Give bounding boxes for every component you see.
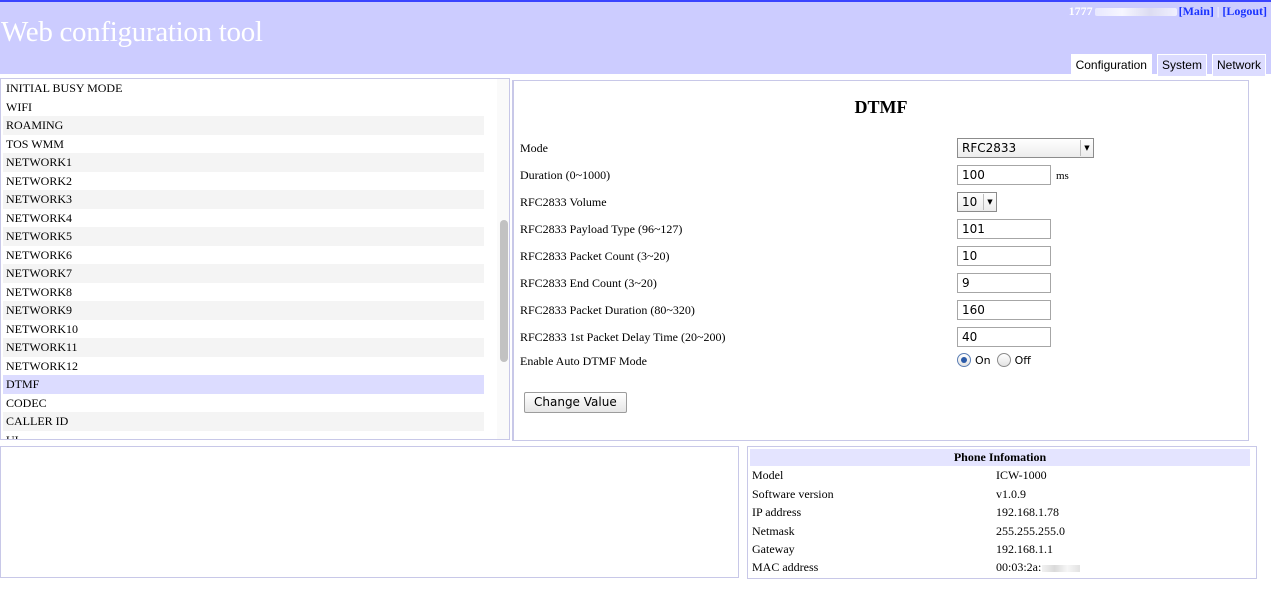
menu-item-caller-id[interactable]: CALLER ID bbox=[3, 412, 484, 431]
menu-item-network11[interactable]: NETWORK11 bbox=[3, 338, 484, 357]
info-row-model: Model ICW-1000 bbox=[752, 468, 1252, 486]
first-delay-input[interactable] bbox=[957, 327, 1051, 347]
menu-item-tos-wmm[interactable]: TOS WMM bbox=[3, 135, 484, 154]
dtmf-config-panel: DTMF Mode RFC2833 ▼ Duration (0~1000) ms… bbox=[512, 80, 1249, 441]
end-count-input[interactable] bbox=[957, 273, 1051, 293]
dropdown-arrow-icon: ▼ bbox=[1080, 140, 1093, 156]
menu-item-network7[interactable]: NETWORK7 bbox=[3, 264, 484, 283]
info-row-ip-address: IP address 192.168.1.78 bbox=[752, 505, 1252, 523]
info-row-netmask: Netmask 255.255.255.0 bbox=[752, 524, 1252, 542]
menu-item-network1[interactable]: NETWORK1 bbox=[3, 153, 484, 172]
tab-configuration[interactable]: Configuration bbox=[1070, 54, 1152, 76]
tab-network[interactable]: Network bbox=[1211, 54, 1266, 76]
menu-item-network5[interactable]: NETWORK5 bbox=[3, 227, 484, 246]
menu-item-network2[interactable]: NETWORK2 bbox=[3, 172, 484, 191]
info-value: v1.0.9 bbox=[996, 487, 1026, 501]
menu-item-network6[interactable]: NETWORK6 bbox=[3, 246, 484, 265]
info-row-mac-address: MAC address 00:03:2a: bbox=[752, 560, 1252, 578]
menu-item-dtmf[interactable]: DTMF bbox=[3, 375, 484, 394]
volume-row: RFC2833 Volume 10 ▼ bbox=[520, 192, 1240, 219]
top-links: 1777 [Main] | [Logout] bbox=[1069, 4, 1267, 19]
auto-dtmf-off-label: Off bbox=[1014, 353, 1031, 367]
info-key: IP address bbox=[752, 505, 802, 519]
mode-label: Mode bbox=[520, 141, 548, 155]
menu-item-codec[interactable]: CODEC bbox=[3, 394, 484, 413]
tab-system[interactable]: System bbox=[1156, 54, 1207, 76]
packet-count-row: RFC2833 Packet Count (3~20) bbox=[520, 246, 1240, 273]
auto-dtmf-row: Enable Auto DTMF Mode On Off bbox=[520, 353, 1240, 378]
header-bar: Web configuration tool 1777 [Main] | [Log… bbox=[0, 0, 1271, 76]
payload-type-row: RFC2833 Payload Type (96~127) bbox=[520, 219, 1240, 246]
info-key: Model bbox=[752, 468, 784, 482]
info-value: 255.255.255.0 bbox=[996, 524, 1065, 538]
duration-label: Duration (0~1000) bbox=[520, 168, 611, 182]
menu-item-network10[interactable]: NETWORK10 bbox=[3, 320, 484, 339]
volume-value: 10 bbox=[962, 195, 978, 209]
phone-info-title: Phone Infomation bbox=[750, 449, 1250, 466]
logout-link[interactable]: [Logout] bbox=[1222, 4, 1267, 18]
auto-dtmf-radio-group: On Off bbox=[957, 348, 1031, 367]
mac-prefix: 00:03:2a: bbox=[996, 560, 1042, 574]
menu-item-roaming[interactable]: ROAMING bbox=[3, 116, 484, 135]
first-delay-row: RFC2833 1st Packet Delay Time (20~200) bbox=[520, 327, 1240, 354]
menu-item-wifi[interactable]: WIFI bbox=[3, 98, 484, 117]
auto-dtmf-on-radio[interactable] bbox=[957, 353, 971, 367]
packet-duration-label: RFC2833 Packet Duration (80~320) bbox=[520, 303, 695, 317]
duration-unit: ms bbox=[1056, 170, 1069, 182]
mode-select[interactable]: RFC2833 ▼ bbox=[957, 138, 1094, 158]
user-id: 1777 bbox=[1068, 4, 1093, 18]
auto-dtmf-on-label: On bbox=[975, 353, 991, 367]
volume-label: RFC2833 Volume bbox=[520, 195, 607, 209]
dropdown-arrow-icon: ▼ bbox=[983, 194, 996, 210]
info-value: 192.168.1.1 bbox=[996, 542, 1053, 556]
packet-duration-row: RFC2833 Packet Duration (80~320) bbox=[520, 300, 1240, 327]
change-value-button[interactable]: Change Value bbox=[524, 392, 627, 413]
duration-input[interactable] bbox=[957, 165, 1051, 185]
config-menu-panel: INITIAL BUSY MODE WIFI ROAMING TOS WMM N… bbox=[0, 78, 510, 440]
link-separator: | bbox=[1216, 4, 1220, 18]
redacted-user-info bbox=[1094, 8, 1177, 17]
end-count-row: RFC2833 End Count (3~20) bbox=[520, 273, 1240, 300]
menu-item-network12[interactable]: NETWORK12 bbox=[3, 357, 484, 376]
tab-bar: Configuration System Network bbox=[1070, 54, 1266, 76]
info-key: MAC address bbox=[752, 560, 819, 574]
packet-duration-input[interactable] bbox=[957, 300, 1051, 320]
info-key: Gateway bbox=[752, 542, 795, 556]
info-key: Software version bbox=[752, 487, 834, 501]
info-row-software-version: Software version v1.0.9 bbox=[752, 487, 1252, 505]
info-key: Netmask bbox=[752, 524, 795, 538]
redacted-mac-suffix bbox=[1042, 564, 1081, 572]
app-title: Web configuration tool bbox=[1, 16, 263, 48]
config-menu-list: INITIAL BUSY MODE WIFI ROAMING TOS WMM N… bbox=[3, 79, 484, 440]
packet-count-label: RFC2833 Packet Count (3~20) bbox=[520, 249, 670, 263]
mode-value: RFC2833 bbox=[962, 141, 1017, 155]
menu-item-network8[interactable]: NETWORK8 bbox=[3, 283, 484, 302]
menu-item-network4[interactable]: NETWORK4 bbox=[3, 209, 484, 228]
menu-item-initial-busy-mode[interactable]: INITIAL BUSY MODE bbox=[3, 79, 484, 98]
first-delay-label: RFC2833 1st Packet Delay Time (20~200) bbox=[520, 330, 726, 344]
info-value: 192.168.1.78 bbox=[996, 505, 1059, 519]
info-value: ICW-1000 bbox=[996, 468, 1047, 482]
info-row-gateway: Gateway 192.168.1.1 bbox=[752, 542, 1252, 560]
menu-item-ui[interactable]: UI bbox=[3, 431, 484, 440]
packet-count-input[interactable] bbox=[957, 246, 1051, 266]
empty-panel bbox=[0, 446, 739, 578]
info-value: 00:03:2a: bbox=[996, 560, 1081, 575]
menu-item-network9[interactable]: NETWORK9 bbox=[3, 301, 484, 320]
payload-type-label: RFC2833 Payload Type (96~127) bbox=[520, 222, 683, 236]
duration-row: Duration (0~1000) ms bbox=[520, 165, 1240, 192]
end-count-label: RFC2833 End Count (3~20) bbox=[520, 276, 657, 290]
phone-info-panel: Phone Infomation Model ICW-1000 Software… bbox=[747, 446, 1257, 579]
auto-dtmf-off-radio[interactable] bbox=[996, 353, 1011, 367]
menu-item-network3[interactable]: NETWORK3 bbox=[3, 190, 484, 209]
volume-select[interactable]: 10 ▼ bbox=[957, 192, 997, 212]
payload-type-input[interactable] bbox=[957, 219, 1051, 239]
menu-scrollbar-thumb[interactable] bbox=[500, 220, 508, 362]
main-link[interactable]: [Main] bbox=[1179, 4, 1214, 18]
mode-row: Mode RFC2833 ▼ bbox=[520, 138, 1240, 165]
auto-dtmf-label: Enable Auto DTMF Mode bbox=[520, 354, 647, 368]
panel-title: DTMF bbox=[854, 97, 908, 117]
